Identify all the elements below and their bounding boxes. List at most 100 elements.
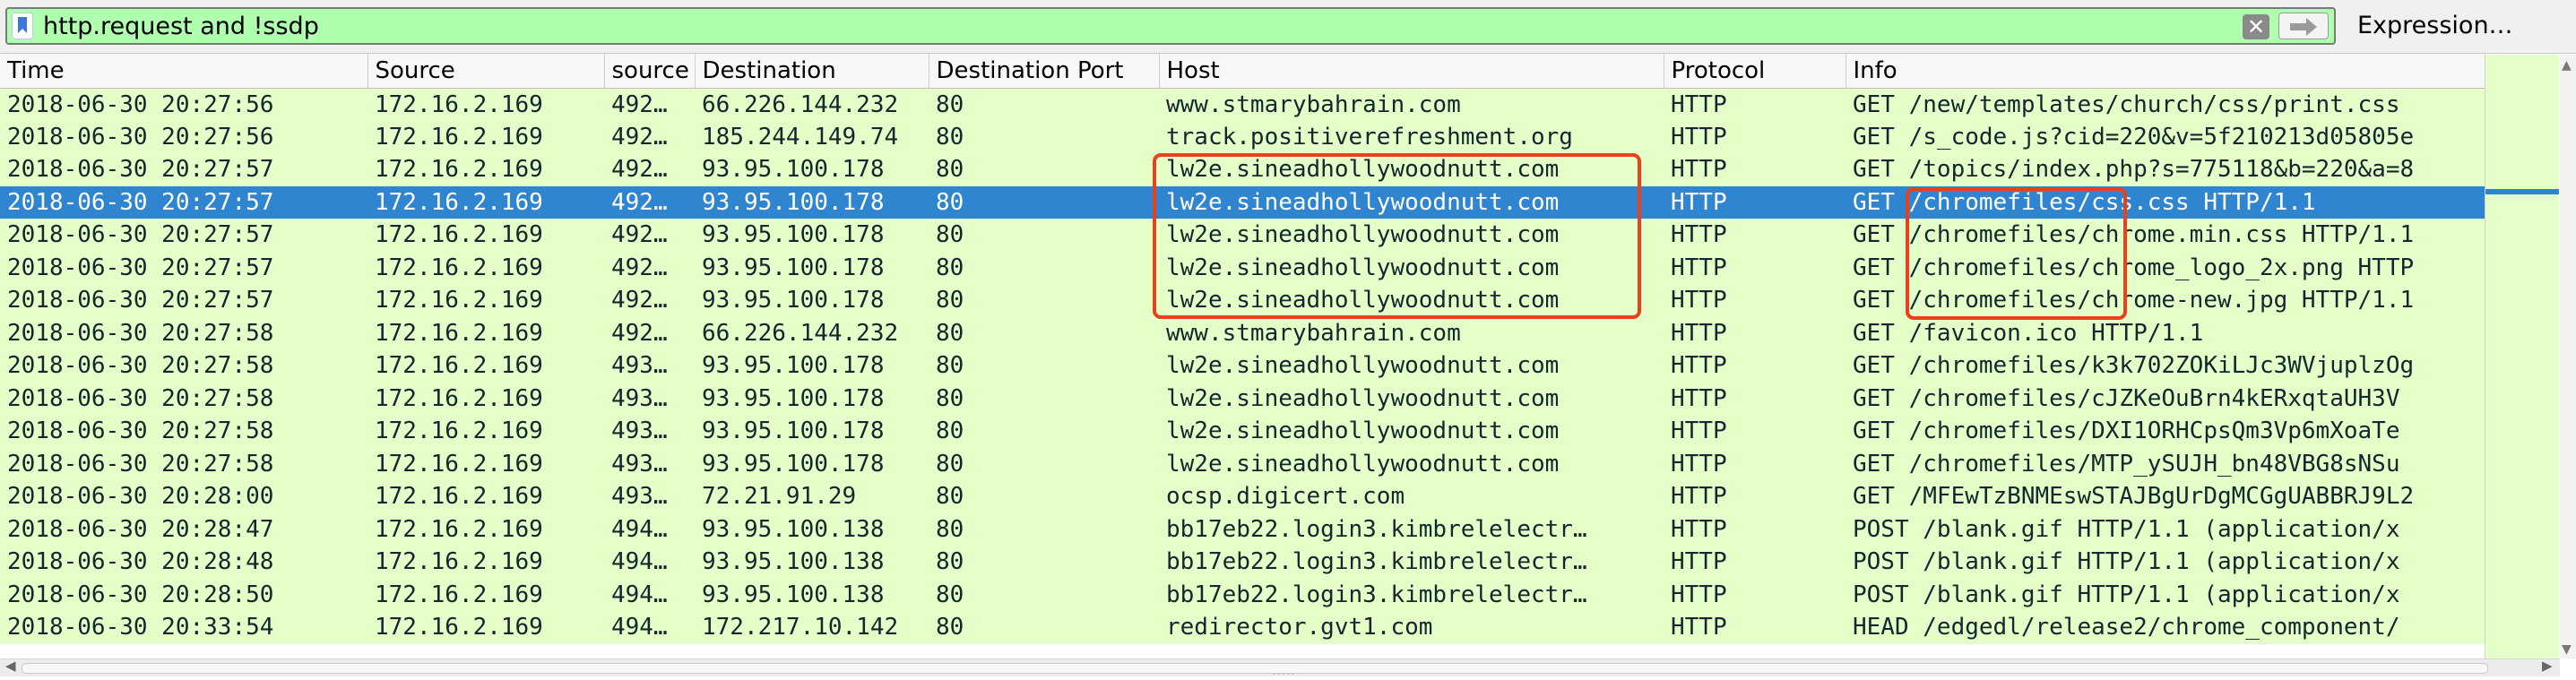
packet-row[interactable]: 2018-06-30 20:27:56 172.16.2.169 492… 185.2… [0, 120, 2485, 153]
cell-destination: 93.95.100.178 [702, 156, 885, 184]
cell-destination: 93.95.100.178 [702, 287, 885, 314]
cell-source: 172.16.2.169 [375, 319, 543, 347]
packet-row[interactable]: 2018-06-30 20:33:54 172.16.2.169 494… 172.2… [0, 611, 2485, 644]
cell-protocol: HTTP [1671, 548, 1727, 576]
cell-destination-port: 80 [936, 515, 964, 543]
column-header-host[interactable]: Host [1159, 54, 1664, 89]
cell-destination-port: 80 [936, 417, 964, 445]
packet-minimap[interactable] [2485, 55, 2559, 658]
cell-info: GET /chromefiles/DXI1ORHCpsQm3Vp6mXoaTe [1853, 417, 2400, 445]
cell-destination: 93.95.100.178 [702, 450, 885, 478]
arrow-right-icon[interactable] [2278, 13, 2329, 39]
cell-info: POST /blank.gif HTTP/1.1 (application/x [1853, 515, 2400, 543]
cell-time: 2018-06-30 20:33:54 [7, 614, 274, 641]
cell-protocol: HTTP [1671, 417, 1727, 445]
cell-destination: 72.21.91.29 [702, 483, 857, 511]
cell-source-port: 492… [611, 188, 668, 216]
cell-source: 172.16.2.169 [375, 417, 543, 445]
cell-source: 172.16.2.169 [375, 90, 543, 118]
cell-info: GET /chromefiles/MTP_ySUJH_bn48VBG8sNSu [1853, 450, 2400, 478]
column-header-destination[interactable]: Destination [695, 54, 929, 89]
cell-destination: 172.217.10.142 [702, 614, 899, 641]
packet-row[interactable]: 2018-06-30 20:27:58 172.16.2.169 493… 93.95… [0, 415, 2485, 448]
packet-row[interactable]: 2018-06-30 20:27:58 172.16.2.169 493… 93.95… [0, 447, 2485, 480]
cell-destination-port: 80 [936, 156, 964, 184]
cell-host: track.positiverefreshment.org [1166, 123, 1573, 151]
cell-destination: 93.95.100.178 [702, 352, 885, 380]
cell-host: lw2e.sineadhollywoodnutt.com [1166, 352, 1560, 380]
cell-source: 172.16.2.169 [375, 515, 543, 543]
cell-source-port: 492… [611, 254, 668, 281]
clear-x-icon[interactable]: ✕ [2243, 14, 2269, 39]
column-header-protocol[interactable]: Protocol [1664, 54, 1846, 89]
cell-source: 172.16.2.169 [375, 221, 543, 249]
scroll-down-arrow-icon[interactable]: ▼ [2562, 642, 2572, 657]
cell-time: 2018-06-30 20:28:47 [7, 515, 274, 543]
cell-protocol: HTTP [1671, 254, 1727, 281]
cell-info: GET /new/templates/church/css/print.css [1853, 90, 2400, 118]
cell-destination-port: 80 [936, 614, 964, 641]
cell-source-port: 492… [611, 123, 668, 151]
column-header-source[interactable]: Source [367, 54, 605, 89]
cell-destination: 66.226.144.232 [702, 319, 899, 347]
expression-button[interactable]: Expression… [2357, 9, 2513, 43]
cell-source-port: 493… [611, 384, 668, 412]
cell-source: 172.16.2.169 [375, 384, 543, 412]
cell-destination-port: 80 [936, 287, 964, 314]
cell-host: bb17eb22.login3.kimbrelelectr… [1166, 515, 1587, 543]
packet-row[interactable]: 2018-06-30 20:27:58 172.16.2.169 493… 93.95… [0, 382, 2485, 415]
cell-time: 2018-06-30 20:27:58 [7, 319, 274, 347]
cell-destination: 93.95.100.178 [702, 417, 885, 445]
packet-row[interactable]: 2018-06-30 20:27:58 172.16.2.169 493… 93.95… [0, 349, 2485, 383]
cell-source: 172.16.2.169 [375, 581, 543, 608]
display-filter-input[interactable] [43, 13, 2185, 39]
cell-destination-port: 80 [936, 221, 964, 249]
cell-protocol: HTTP [1671, 90, 1727, 118]
vertical-scrollbar[interactable]: ▲ ▼ [2560, 55, 2576, 658]
cell-source-port: 492… [611, 90, 668, 118]
packet-row[interactable]: 2018-06-30 20:28:50 172.16.2.169 494… 93.95… [0, 578, 2485, 611]
cell-host: bb17eb22.login3.kimbrelelectr… [1166, 548, 1587, 576]
cell-destination: 93.95.100.178 [702, 221, 885, 249]
cell-source-port: 493… [611, 352, 668, 380]
packet-list: Time Source source Destination Destinati… [0, 54, 2576, 676]
cell-info: GET /favicon.ico HTTP/1.1 [1853, 319, 2204, 347]
cell-time: 2018-06-30 20:27:57 [7, 188, 274, 216]
cell-protocol: HTTP [1671, 515, 1727, 543]
packet-row[interactable]: 2018-06-30 20:27:56 172.16.2.169 492… 66.22… [0, 88, 2485, 121]
column-header-source-port[interactable]: source [604, 54, 696, 89]
column-header-time[interactable]: Time [0, 54, 368, 89]
cell-protocol: HTTP [1671, 352, 1727, 380]
packet-row[interactable]: 2018-06-30 20:28:48 172.16.2.169 494… 93.95… [0, 546, 2485, 579]
cell-destination-port: 80 [936, 90, 964, 118]
cell-source: 172.16.2.169 [375, 483, 543, 511]
cell-time: 2018-06-30 20:28:00 [7, 483, 274, 511]
scroll-up-arrow-icon[interactable]: ▲ [2562, 58, 2572, 73]
cell-source-port: 494… [611, 548, 668, 576]
cell-source-port: 494… [611, 614, 668, 641]
cell-time: 2018-06-30 20:27:57 [7, 156, 274, 184]
cell-source: 172.16.2.169 [375, 287, 543, 314]
packet-row[interactable]: 2018-06-30 20:28:47 172.16.2.169 494… 93.95… [0, 512, 2485, 546]
packet-row[interactable]: 2018-06-30 20:27:58 172.16.2.169 492… 66.22… [0, 316, 2485, 349]
column-header-info[interactable]: Info [1846, 54, 2485, 89]
cell-host: lw2e.sineadhollywoodnutt.com [1166, 450, 1560, 478]
cell-destination-port: 80 [936, 352, 964, 380]
bookmark-icon[interactable] [13, 13, 32, 39]
cell-source: 172.16.2.169 [375, 352, 543, 380]
packet-row[interactable]: 2018-06-30 20:28:00 172.16.2.169 493… 72.21… [0, 480, 2485, 513]
cell-time: 2018-06-30 20:28:48 [7, 548, 274, 576]
cell-host: www.stmarybahrain.com [1166, 319, 1461, 347]
cell-source-port: 492… [611, 221, 668, 249]
display-filter-field[interactable]: ✕ [5, 7, 2336, 45]
column-header-destination-port[interactable]: Destination Port [929, 54, 1160, 89]
scroll-left-arrow-icon[interactable]: ◀ [5, 658, 16, 674]
cell-source: 172.16.2.169 [375, 614, 543, 641]
scroll-right-arrow-icon[interactable]: ▶ [2542, 658, 2553, 674]
horizontal-scroll-thumb[interactable] [22, 663, 2488, 674]
cell-destination-port: 80 [936, 450, 964, 478]
cell-protocol: HTTP [1671, 156, 1727, 184]
packet-table: Time Source source Destination Destinati… [0, 54, 2485, 644]
cell-destination: 185.244.149.74 [702, 123, 899, 151]
cell-source-port: 493… [611, 417, 668, 445]
